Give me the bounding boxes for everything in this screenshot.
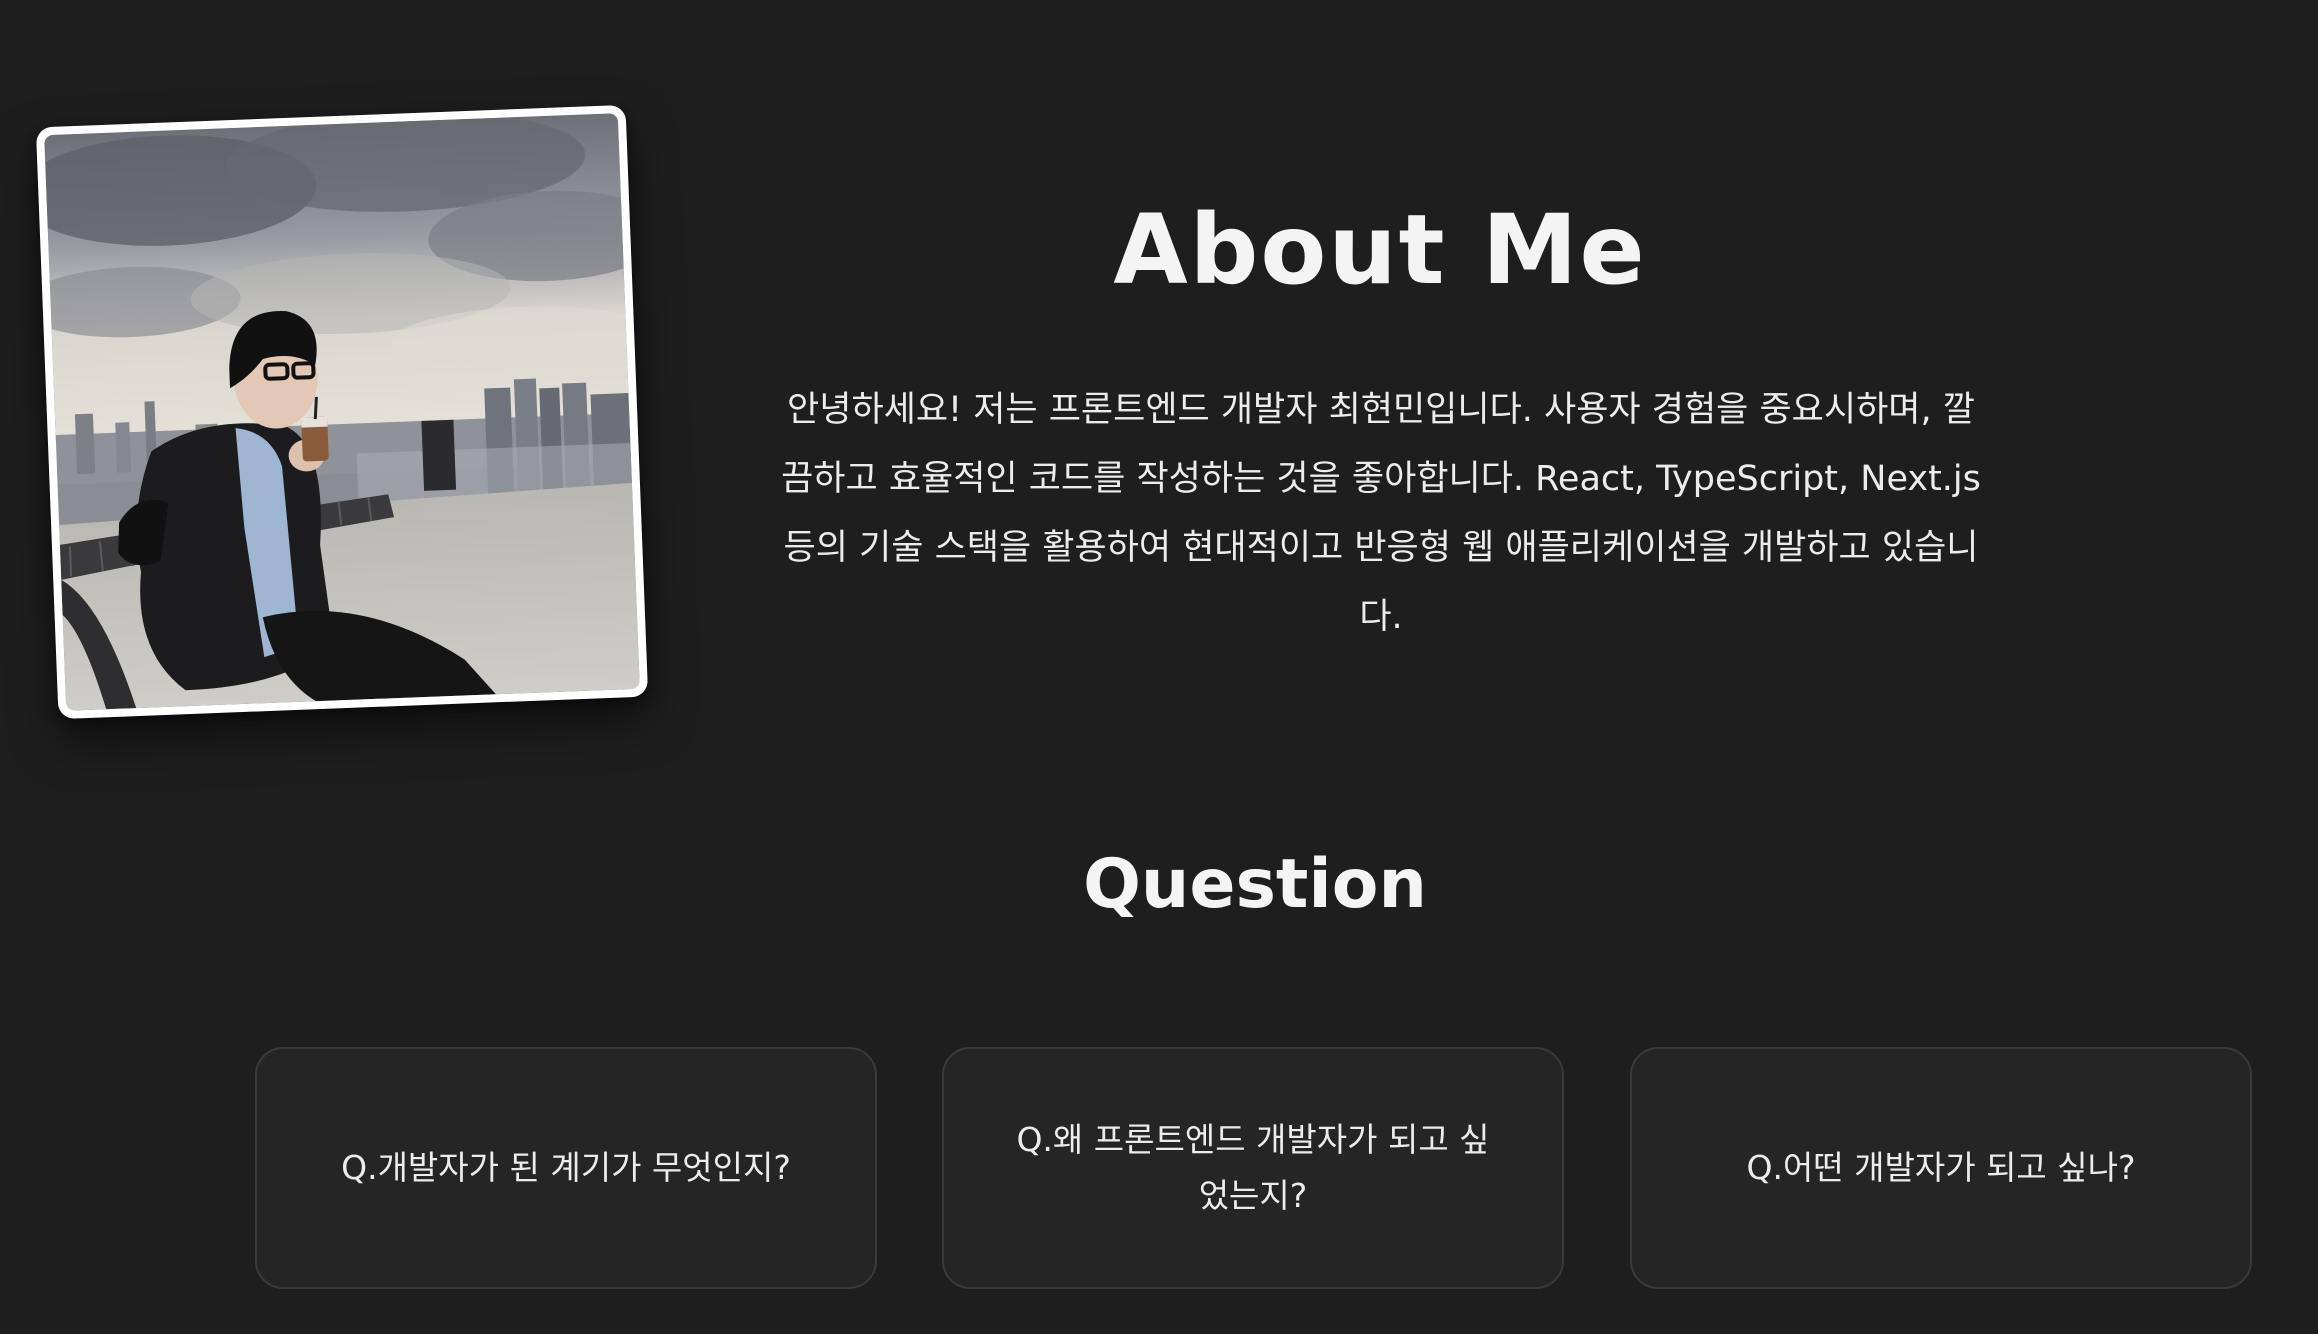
about-page: About Me 안녕하세요! 저는 프론트엔드 개발자 최현민입니다. 사용자… — [0, 0, 2318, 1334]
question-card-future-developer[interactable]: Q.어떤 개발자가 되고 싶나? — [1630, 1047, 2252, 1289]
question-card-why-frontend[interactable]: Q.왜 프론트엔드 개발자가 되고 싶었는지? — [942, 1047, 1564, 1289]
about-title: About Me — [1113, 194, 1647, 306]
question-card-label: Q.왜 프론트엔드 개발자가 되고 싶었는지? — [1016, 1120, 1490, 1215]
profile-photo-frame — [35, 104, 649, 720]
question-title: Question — [1083, 845, 1427, 924]
question-card-motivation[interactable]: Q.개발자가 된 계기가 무엇인지? — [255, 1047, 877, 1289]
profile-photo-illustration — [44, 113, 640, 711]
question-card-label: Q.개발자가 된 계기가 무엇인지? — [341, 1148, 791, 1187]
profile-photo — [44, 113, 640, 711]
about-description: 안녕하세요! 저는 프론트엔드 개발자 최현민입니다. 사용자 경험을 중요시하… — [781, 390, 1981, 637]
question-card-label: Q.어떤 개발자가 되고 싶나? — [1746, 1148, 2136, 1187]
